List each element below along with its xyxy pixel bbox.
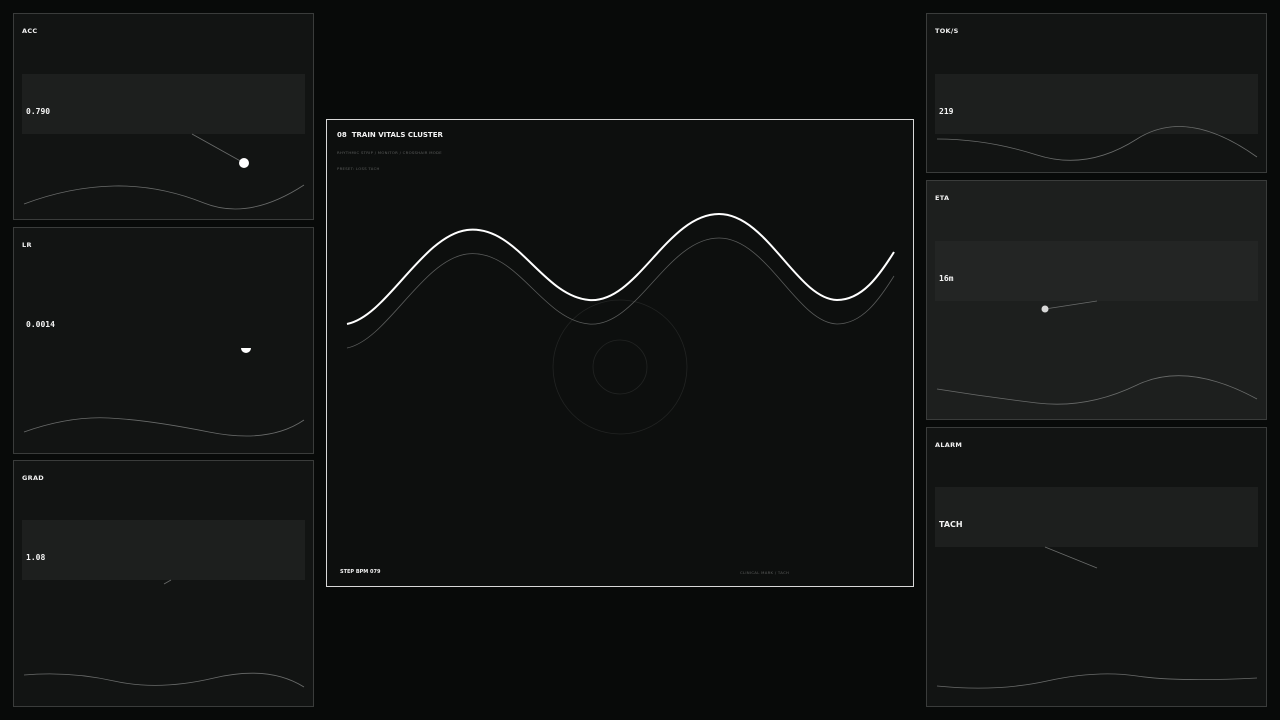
main-chart <box>346 212 895 435</box>
main-step: STEP BPM 079 <box>340 569 381 575</box>
main-wave-shadow <box>346 237 895 349</box>
main-panel: 08 TRAIN VITALS CLUSTER RHYTHMIC STRIP / … <box>326 119 914 587</box>
main-footer-right: CLINICAL MARK / TACH <box>740 570 790 575</box>
alarm-chart <box>936 546 1258 689</box>
toks-chart <box>936 126 1258 161</box>
eta-marker <box>1041 305 1049 313</box>
grad-chart <box>23 579 305 688</box>
acc-chart <box>23 133 305 210</box>
toks-panel: TOK/S 219 <box>926 13 1267 173</box>
grad-panel: GRAD 1.08 <box>13 460 314 707</box>
eta-chart <box>936 300 1258 405</box>
lr-chart <box>23 348 305 437</box>
crosshair-inner-ring <box>592 339 648 395</box>
lr-marker <box>241 348 251 353</box>
acc-marker <box>239 158 249 168</box>
main-wave <box>346 212 895 325</box>
lr-panel: LR 0.0014 <box>13 227 314 454</box>
alarm-panel: ALARM TACH <box>926 427 1267 707</box>
acc-panel: ACC 0.790 <box>13 13 314 220</box>
eta-panel: ETA 16m <box>926 180 1267 420</box>
